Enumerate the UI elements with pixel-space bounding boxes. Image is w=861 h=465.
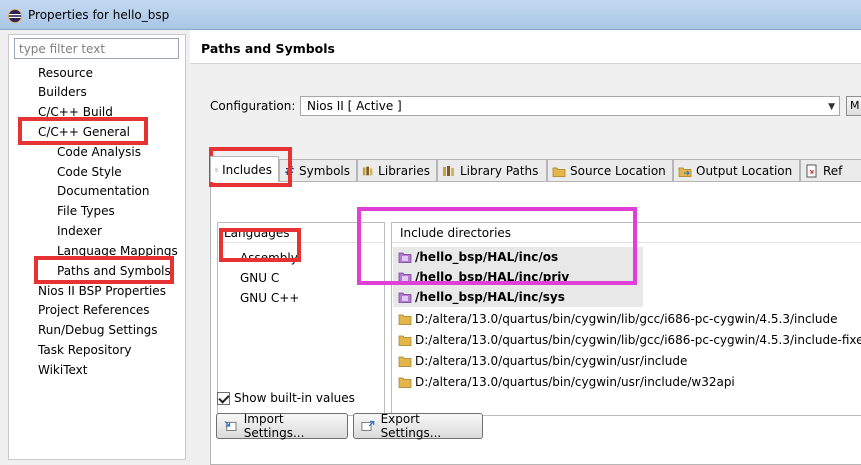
sidebar-item-wikitext[interactable]: WikiText: [38, 361, 88, 380]
workspace-folder-icon: [398, 292, 412, 303]
import-icon: [224, 420, 237, 431]
title-bar: Properties for hello_bsp: [0, 0, 861, 30]
configuration-select[interactable]: Nios II [ Active ] ▼: [300, 96, 840, 116]
highlight-paths-and-symbols: [34, 256, 174, 284]
folder-icon: [398, 335, 412, 346]
include-path: D:/altera/13.0/quartus/bin/cygwin/usr/in…: [415, 375, 735, 389]
highlight-workspace-includes: [357, 207, 637, 285]
window-title: Properties for hello_bsp: [28, 8, 170, 22]
sidebar-item-resource[interactable]: Resource: [38, 64, 93, 83]
include-path: D:/altera/13.0/quartus/bin/cygwin/usr/in…: [415, 354, 688, 368]
show-builtin-row[interactable]: Show built-in values: [217, 391, 355, 405]
folder-icon: [398, 314, 412, 325]
tab-strip: Includes # Symbols Libraries Library Pat…: [210, 156, 861, 182]
tab-label: Source Location: [570, 164, 666, 178]
show-builtin-checkbox[interactable]: [217, 391, 230, 405]
source-folder-icon: [552, 167, 566, 177]
sidebar: Resource Builders C/C++ Build C/C++ Gene…: [8, 34, 186, 460]
tab-label: Libraries: [378, 164, 430, 178]
export-settings-button[interactable]: Export Settings...: [353, 412, 483, 440]
tab-label: Symbols: [299, 164, 350, 178]
sidebar-item-code-style[interactable]: Code Style: [57, 163, 122, 182]
tab-label: Includes: [222, 162, 272, 177]
references-icon: [806, 164, 817, 178]
sidebar-item-documentation[interactable]: Documentation: [57, 182, 150, 201]
import-settings-button[interactable]: Import Settings...: [216, 412, 348, 440]
include-row[interactable]: /hello_bsp/HAL/inc/sys: [398, 287, 565, 307]
sidebar-item-builders[interactable]: Builders: [38, 83, 87, 102]
include-path: D:/altera/13.0/quartus/bin/cygwin/lib/gc…: [415, 333, 861, 347]
output-folder-icon: [678, 167, 692, 177]
page-title: Paths and Symbols: [201, 41, 335, 56]
tab-library-paths[interactable]: Library Paths: [437, 159, 547, 182]
sidebar-item-task-repository[interactable]: Task Repository: [38, 341, 132, 360]
highlight-cpp-general: [18, 117, 148, 145]
properties-dialog: Properties for hello_bsp Resource Builde…: [0, 0, 861, 465]
tab-output-location[interactable]: Output Location: [673, 159, 800, 182]
tab-references[interactable]: Ref: [800, 159, 861, 182]
highlight-gnu-c: [219, 228, 301, 262]
folder-icon: [398, 356, 412, 367]
include-row[interactable]: D:/altera/13.0/quartus/bin/cygwin/usr/in…: [398, 351, 687, 371]
import-settings-label: Import Settings...: [243, 412, 305, 440]
folder-icon: [398, 377, 412, 388]
sidebar-item-project-references[interactable]: Project References: [38, 301, 150, 320]
tab-label: Output Location: [696, 164, 793, 178]
tab-label: Library Paths: [460, 164, 539, 178]
page-header: Paths and Symbols: [190, 30, 861, 64]
sidebar-item-run-debug-settings[interactable]: Run/Debug Settings: [38, 321, 158, 340]
tab-libraries[interactable]: Libraries: [357, 159, 437, 182]
tab-includes[interactable]: Includes: [210, 156, 279, 182]
filter-input[interactable]: [14, 38, 179, 59]
language-item-gnu-c[interactable]: GNU C: [240, 269, 279, 287]
includes-icon: [215, 168, 218, 171]
include-path: /hello_bsp/HAL/inc/sys: [415, 290, 565, 304]
sidebar-item-indexer[interactable]: Indexer: [57, 222, 102, 241]
show-builtin-label: Show built-in values: [234, 391, 355, 405]
configuration-value: Nios II [ Active ]: [307, 99, 402, 113]
include-row[interactable]: D:/altera/13.0/quartus/bin/cygwin/lib/gc…: [398, 330, 861, 350]
include-row[interactable]: D:/altera/13.0/quartus/bin/cygwin/lib/gc…: [398, 309, 837, 329]
libraries-icon: [362, 166, 373, 176]
sidebar-item-nios-bsp-properties[interactable]: Nios II BSP Properties: [38, 282, 166, 301]
include-row[interactable]: D:/altera/13.0/quartus/bin/cygwin/usr/in…: [398, 372, 735, 392]
sidebar-item-code-analysis[interactable]: Code Analysis: [57, 143, 141, 162]
sidebar-item-file-types[interactable]: File Types: [57, 202, 115, 221]
configuration-label: Configuration:: [210, 99, 296, 113]
eclipse-icon: [8, 9, 22, 23]
chevron-down-icon: ▼: [828, 102, 835, 112]
tab-source-location[interactable]: Source Location: [547, 159, 673, 182]
manage-configurations-button[interactable]: M: [846, 96, 861, 116]
include-path: D:/altera/13.0/quartus/bin/cygwin/lib/gc…: [415, 312, 838, 326]
language-item-gnu-cpp[interactable]: GNU C++: [240, 289, 299, 307]
tab-label: Ref: [823, 164, 843, 178]
library-paths-icon: [443, 166, 454, 176]
export-settings-label: Export Settings...: [380, 412, 442, 440]
export-icon: [361, 420, 375, 431]
